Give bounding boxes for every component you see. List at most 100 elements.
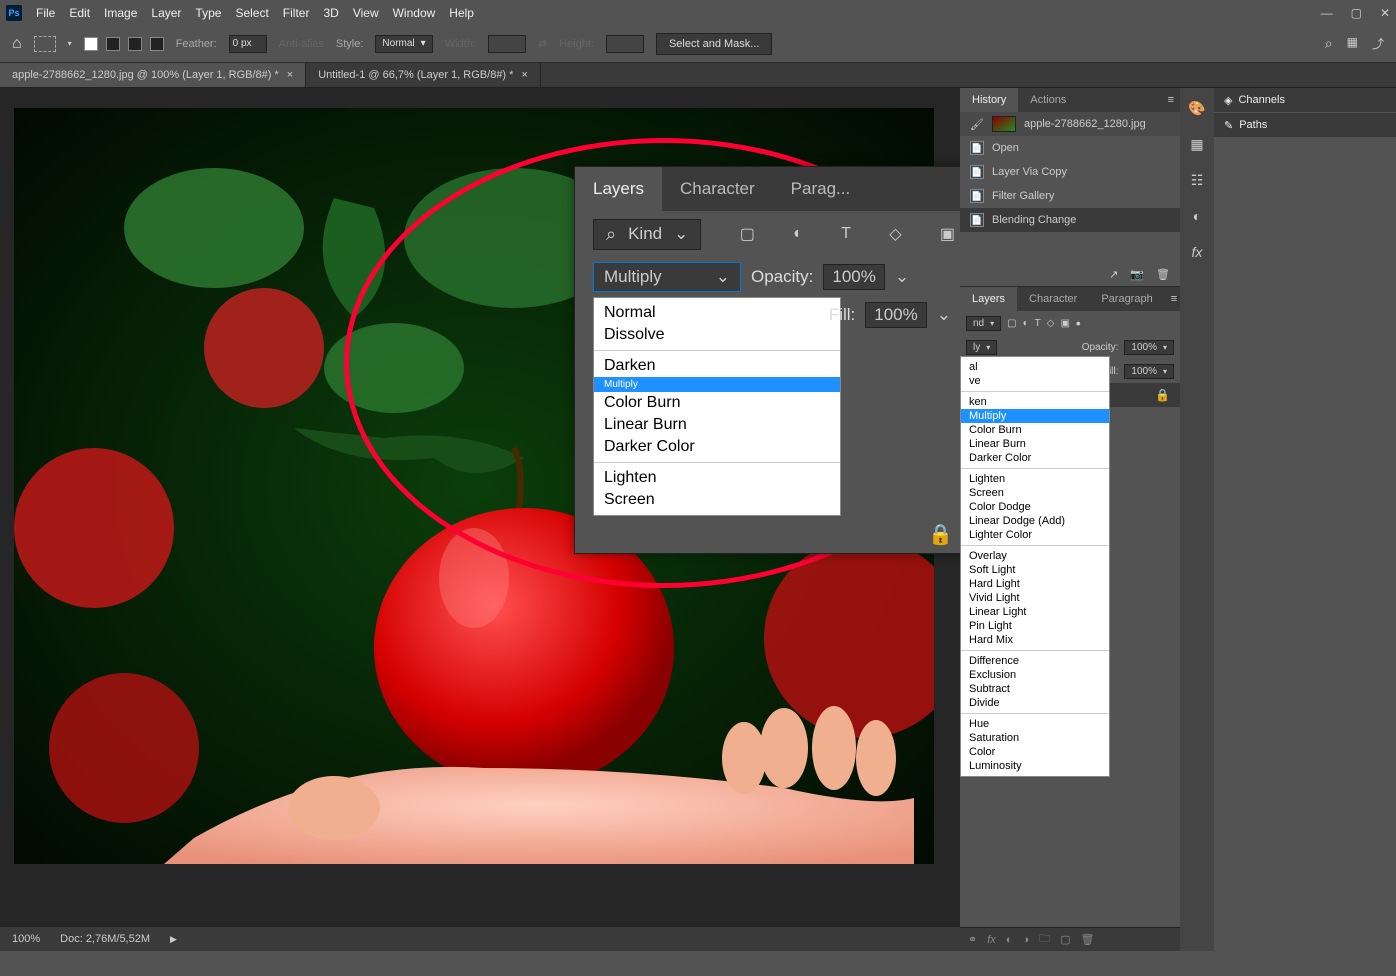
style-select[interactable]: Normal▾ (375, 35, 432, 53)
blend-option[interactable]: Exclusion (961, 668, 1109, 682)
opacity-input[interactable]: 100%▾ (1124, 340, 1174, 355)
blend-option[interactable]: Difference (961, 654, 1109, 668)
doc-tab-2[interactable]: Untitled-1 @ 66,7% (Layer 1, RGB/8#) * × (306, 63, 541, 87)
adjustment-layer-icon[interactable]: ◑ (1022, 934, 1029, 946)
swatches-icon[interactable]: ▦ (1185, 132, 1209, 156)
camera-icon[interactable]: 📷 (1130, 268, 1144, 281)
paths-tab[interactable]: ✎ Paths (1214, 119, 1277, 132)
blend-option[interactable]: Saturation (961, 731, 1109, 745)
filter-toggle-icon[interactable]: • (1076, 315, 1081, 331)
blend-option[interactable]: Luminosity (961, 759, 1109, 773)
blend-option[interactable]: Lighter Color (961, 528, 1109, 542)
feather-input[interactable] (229, 35, 267, 53)
close-tab-icon[interactable]: × (287, 69, 293, 81)
history-state[interactable]: 📄 Filter Gallery (960, 184, 1180, 208)
menu-view[interactable]: View (353, 6, 379, 20)
blend-option[interactable]: Dissolve (594, 324, 840, 346)
intersect-selection-icon[interactable] (150, 37, 164, 51)
home-icon[interactable]: ⌂ (12, 35, 22, 53)
blend-option[interactable]: Soft Light (961, 563, 1109, 577)
blend-option[interactable]: Linear Light (961, 605, 1109, 619)
type-filter-icon[interactable]: T (841, 225, 851, 243)
share-icon[interactable]: ⤴ (1372, 35, 1384, 52)
menu-help[interactable]: Help (449, 6, 474, 20)
blend-option[interactable]: Vivid Light (961, 591, 1109, 605)
blend-mode-select[interactable]: Multiply⌄ (593, 262, 741, 292)
new-selection-icon[interactable] (84, 37, 98, 51)
panel-menu-icon[interactable]: ≡ (1162, 88, 1180, 112)
blend-option-selected[interactable]: Multiply (594, 377, 840, 392)
menu-type[interactable]: Type (195, 6, 221, 20)
menu-image[interactable]: Image (104, 6, 137, 20)
history-state[interactable]: 📄 Open (960, 136, 1180, 160)
blend-option[interactable]: Hue (961, 717, 1109, 731)
new-layer-icon[interactable]: ▢ (1060, 933, 1070, 946)
blend-option[interactable]: Normal (594, 302, 840, 324)
shape-filter-icon[interactable]: ◇ (889, 224, 901, 244)
blend-option[interactable]: Linear Dodge (Add) (961, 514, 1109, 528)
folder-icon[interactable]: 🗀 (1039, 930, 1050, 949)
blend-option[interactable]: Darker Color (594, 436, 840, 458)
doc-tab-1[interactable]: apple-2788662_1280.jpg @ 100% (Layer 1, … (0, 63, 306, 87)
blend-option-selected[interactable]: Multiply (961, 409, 1109, 423)
pixel-filter-icon[interactable]: ▢ (1007, 318, 1016, 329)
blend-option[interactable]: Linear Burn (594, 414, 840, 436)
blend-option[interactable]: Color Burn (594, 392, 840, 414)
selection-mode-icons[interactable] (84, 37, 164, 51)
link-icon[interactable]: ⚭ (968, 933, 977, 946)
blend-option[interactable]: Darker Color (961, 451, 1109, 465)
mask-icon[interactable]: ◐ (1006, 934, 1013, 946)
canvas[interactable]: Layers Character Parag... ⌕ Kind⌄ ▢ ◐ T … (14, 108, 934, 864)
menu-layer[interactable]: Layer (151, 6, 181, 20)
blend-option[interactable]: Pin Light (961, 619, 1109, 633)
overlay-tab-paragraph[interactable]: Parag... (773, 167, 869, 211)
blend-option[interactable]: al (961, 360, 1109, 374)
blend-option[interactable]: Lighten (961, 472, 1109, 486)
new-snapshot-icon[interactable]: ↗ (1109, 268, 1118, 281)
overlay-tab-layers[interactable]: Layers (575, 167, 662, 211)
blend-option[interactable]: Hard Light (961, 577, 1109, 591)
filter-kind-select[interactable]: ⌕ Kind⌄ (593, 219, 701, 250)
opacity-input[interactable]: 100% (823, 264, 884, 290)
image-filter-icon[interactable]: ▢ (740, 224, 755, 244)
select-and-mask-button[interactable]: Select and Mask... (656, 33, 773, 55)
doc-size[interactable]: Doc: 2,76M/5,52M (60, 933, 150, 945)
channels-tab[interactable]: ◈ Channels (1214, 94, 1295, 107)
blend-option[interactable]: ve (961, 374, 1109, 388)
blend-mode-select-small[interactable]: ly▾ (966, 340, 997, 355)
history-tab[interactable]: History (960, 88, 1018, 112)
adjustments-icon[interactable]: ◐ (1185, 204, 1209, 228)
menu-window[interactable]: Window (393, 6, 436, 20)
subtract-selection-icon[interactable] (128, 37, 142, 51)
blend-option[interactable]: Darken (594, 355, 840, 377)
smart-filter-icon[interactable]: ▣ (940, 224, 955, 244)
blend-option[interactable]: ken (961, 395, 1109, 409)
blend-option[interactable]: Linear Burn (961, 437, 1109, 451)
window-maximize-button[interactable]: ▢ (1351, 6, 1362, 20)
blend-option[interactable]: Lighten (594, 467, 840, 489)
marquee-tool-icon[interactable] (34, 36, 56, 52)
add-selection-icon[interactable] (106, 37, 120, 51)
overlay-tab-character[interactable]: Character (662, 167, 773, 211)
search-icon[interactable]: ⌕ (1325, 35, 1333, 52)
history-source[interactable]: 🖌 apple-2788662_1280.jpg (960, 112, 1180, 136)
shape-filter-icon[interactable]: ◇ (1047, 318, 1055, 329)
actions-tab[interactable]: Actions (1018, 88, 1078, 112)
blend-option[interactable]: Overlay (961, 549, 1109, 563)
smart-filter-icon[interactable]: ▣ (1060, 318, 1069, 329)
blend-option[interactable]: Color (961, 745, 1109, 759)
blend-option[interactable]: Screen (961, 486, 1109, 500)
adjustment-filter-icon[interactable]: ◐ (1023, 318, 1029, 329)
blend-option[interactable]: Hard Mix (961, 633, 1109, 647)
panel-menu-icon[interactable]: ≡ (1165, 287, 1183, 311)
trash-icon[interactable]: 🗑 (1156, 268, 1170, 281)
workspace-icon[interactable]: ▦ (1347, 35, 1358, 52)
menu-file[interactable]: File (36, 6, 55, 20)
paragraph-tab[interactable]: Paragraph (1089, 287, 1164, 311)
window-close-button[interactable]: ✕ (1380, 6, 1390, 20)
menu-edit[interactable]: Edit (69, 6, 90, 20)
fill-input[interactable]: 100%▾ (1124, 364, 1174, 379)
fx-icon[interactable]: fx (987, 934, 996, 946)
history-state-current[interactable]: 📄 Blending Change (960, 208, 1180, 232)
close-tab-icon[interactable]: × (521, 69, 527, 81)
